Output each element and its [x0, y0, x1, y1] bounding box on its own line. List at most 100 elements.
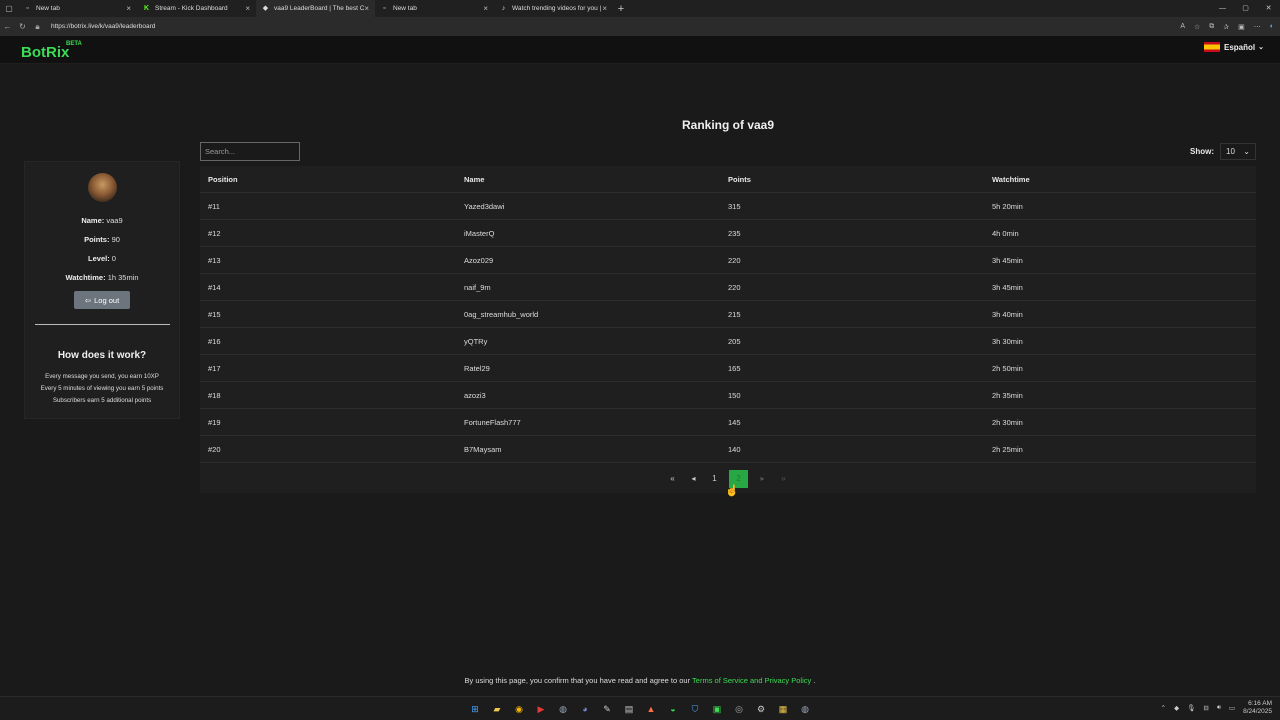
chevron-down-icon: ⌄ [1258, 44, 1264, 51]
logout-button[interactable]: ⇦ Log out [74, 291, 130, 309]
tray-app-icon[interactable]: ◆ [1174, 704, 1179, 712]
discord-icon[interactable]: ◕ [577, 701, 593, 717]
obs-icon[interactable]: ◎ [731, 701, 747, 717]
cell-name: Yazed3dawi [464, 201, 505, 211]
browser-tab-4[interactable]: ▫ New tab × [375, 0, 494, 17]
clock-time: 6:16 AM [1248, 700, 1272, 707]
cell-position: #16 [208, 336, 221, 346]
first-page-icon[interactable]: « [666, 470, 679, 487]
cell-position: #18 [208, 390, 221, 400]
minimize-icon[interactable]: — [1211, 0, 1234, 17]
url-field[interactable]: https://botrix.live/k/vaa9/leaderboard [51, 23, 155, 30]
header-watchtime[interactable]: Watchtime [992, 175, 1256, 184]
language-selector[interactable]: Español ⌄ [1204, 42, 1264, 52]
cell-position: #17 [208, 363, 221, 373]
spain-flag-icon [1204, 42, 1220, 52]
botrix-logo[interactable]: BotRix BETA [21, 41, 82, 61]
notes-icon[interactable]: ▦ [775, 701, 791, 717]
terms-link[interactable]: Terms of Service and Privacy Policy [692, 676, 811, 685]
file-explorer-icon[interactable]: ▰ [489, 701, 505, 717]
network-icon[interactable]: ⊟ [1203, 704, 1208, 712]
show-label: Show: [1190, 147, 1214, 156]
table-row: #18 azozi3 150 2h 35min [200, 382, 1256, 409]
chevron-up-icon[interactable]: ⌃ [1161, 704, 1166, 712]
refresh-icon[interactable]: ↻ [15, 22, 30, 31]
site-header: BotRix BETA Español ⌄ [0, 36, 1280, 64]
browser-tab-2[interactable]: K Stream - Kick Dashboard × [137, 0, 256, 17]
close-icon[interactable]: × [602, 4, 607, 13]
how-line: Every message you send, you earn 10XP [45, 373, 159, 380]
window-controls: — ▢ ✕ [1211, 0, 1280, 17]
prev-page-icon[interactable]: ◂ [687, 470, 700, 487]
close-icon[interactable]: × [364, 4, 369, 13]
cell-position: #13 [208, 255, 221, 265]
tab-title: New tab [393, 5, 417, 12]
browser-tab-3[interactable]: ◆ vaa9 LeaderBoard | The best Cha × [256, 0, 375, 17]
steam-app-icon[interactable]: ◍ [797, 701, 813, 717]
close-window-icon[interactable]: ✕ [1257, 0, 1280, 17]
clock[interactable]: 6:16 AM 8/24/2025 [1243, 700, 1272, 716]
header-position[interactable]: Position [200, 175, 464, 184]
table-row: #12 iMasterQ 235 4h 0min [200, 220, 1256, 247]
name-label: Name: [81, 216, 105, 225]
how-line: Subscribers earn 5 additional points [52, 397, 152, 404]
browser-toolbar: A ☆ ⧉ ✰ ▣ ⋯ ◐ [1180, 17, 1274, 36]
page-title: Ranking of vaa9 [681, 118, 775, 132]
cell-points: 215 [728, 309, 741, 319]
table-row: #17 Ratel29 165 2h 50min [200, 355, 1256, 382]
header-points[interactable]: Points [728, 175, 992, 184]
favorite-star-icon[interactable]: ☆ [1194, 23, 1200, 31]
header-name[interactable]: Name [464, 175, 728, 184]
maximize-icon[interactable]: ▢ [1234, 0, 1257, 17]
extensions-icon[interactable]: ⧉ [1209, 23, 1214, 31]
app-icon[interactable]: ▲ [643, 701, 659, 717]
edge-icon[interactable]: ◒ [665, 701, 681, 717]
battery-icon[interactable]: ▭ [1229, 704, 1235, 712]
logo-text: BotRix [21, 44, 70, 61]
tab-title: Stream - Kick Dashboard [155, 5, 228, 12]
cell-points: 220 [728, 255, 741, 265]
last-page-icon[interactable]: » [777, 470, 790, 487]
cell-watchtime: 3h 45min [992, 255, 1023, 265]
page-size-select[interactable]: 10 ⌄ [1220, 143, 1256, 160]
copilot-icon[interactable]: ◐ [1270, 23, 1274, 30]
beta-badge: BETA [66, 41, 82, 47]
page-1-button[interactable]: 1 [708, 470, 721, 487]
youtube-icon[interactable]: ▶ [533, 701, 549, 717]
watchtime-value: 1h 35min [107, 273, 139, 282]
favorites-icon[interactable]: ✰ [1223, 23, 1229, 31]
how-it-works-title: How does it work? [57, 350, 147, 361]
back-icon[interactable]: ← [0, 22, 15, 31]
cell-position: #20 [208, 444, 221, 454]
cell-watchtime: 3h 45min [992, 282, 1023, 292]
menu-icon[interactable]: ⋯ [1254, 23, 1261, 31]
browser-tab-5[interactable]: ♪ Watch trending videos for you | T × [494, 0, 613, 17]
chrome-icon[interactable]: ◉ [511, 701, 527, 717]
pen-icon[interactable]: ✎ [599, 701, 615, 717]
windows-start-icon[interactable]: ⊞ [467, 701, 483, 717]
new-tab-icon[interactable]: + [613, 3, 629, 15]
divider [34, 324, 170, 325]
cell-name: azozi3 [464, 390, 486, 400]
close-icon[interactable]: × [126, 4, 131, 13]
browser-tab-1[interactable]: ▫ New tab × [18, 0, 137, 17]
cell-name: yQTRy [464, 336, 488, 346]
read-aloud-icon[interactable]: A [1180, 23, 1185, 30]
shield-icon[interactable]: ⛉ [687, 701, 703, 717]
close-icon[interactable]: × [483, 4, 488, 13]
taskbar-apps: ⊞ ▰ ◉ ▶ ◍ ◕ ✎ ▤ ▲ ◒ ⛉ ▣ ◎ ⚙ ▦ ◍ [467, 701, 813, 717]
tab-actions-icon[interactable]: ▢ [0, 4, 18, 13]
terminal-icon[interactable]: ▤ [621, 701, 637, 717]
collections-icon[interactable]: ▣ [1238, 23, 1245, 31]
botrix-app-icon[interactable]: ▣ [709, 701, 725, 717]
show-selector: Show: 10 ⌄ [1190, 143, 1256, 160]
system-tray: ⌃ ◆ 🎙︎ ⊟ 🔊︎ ▭ 6:16 AM 8/24/2025 [1161, 700, 1272, 716]
steam-icon[interactable]: ◍ [555, 701, 571, 717]
settings-icon[interactable]: ⚙ [753, 701, 769, 717]
cell-points: 235 [728, 228, 741, 238]
volume-icon[interactable]: 🔊︎ [1217, 704, 1221, 712]
search-input[interactable] [200, 142, 300, 161]
close-icon[interactable]: × [245, 4, 250, 13]
microphone-icon[interactable]: 🎙︎ [1187, 704, 1195, 712]
next-page-icon[interactable]: ▸ [756, 470, 769, 487]
